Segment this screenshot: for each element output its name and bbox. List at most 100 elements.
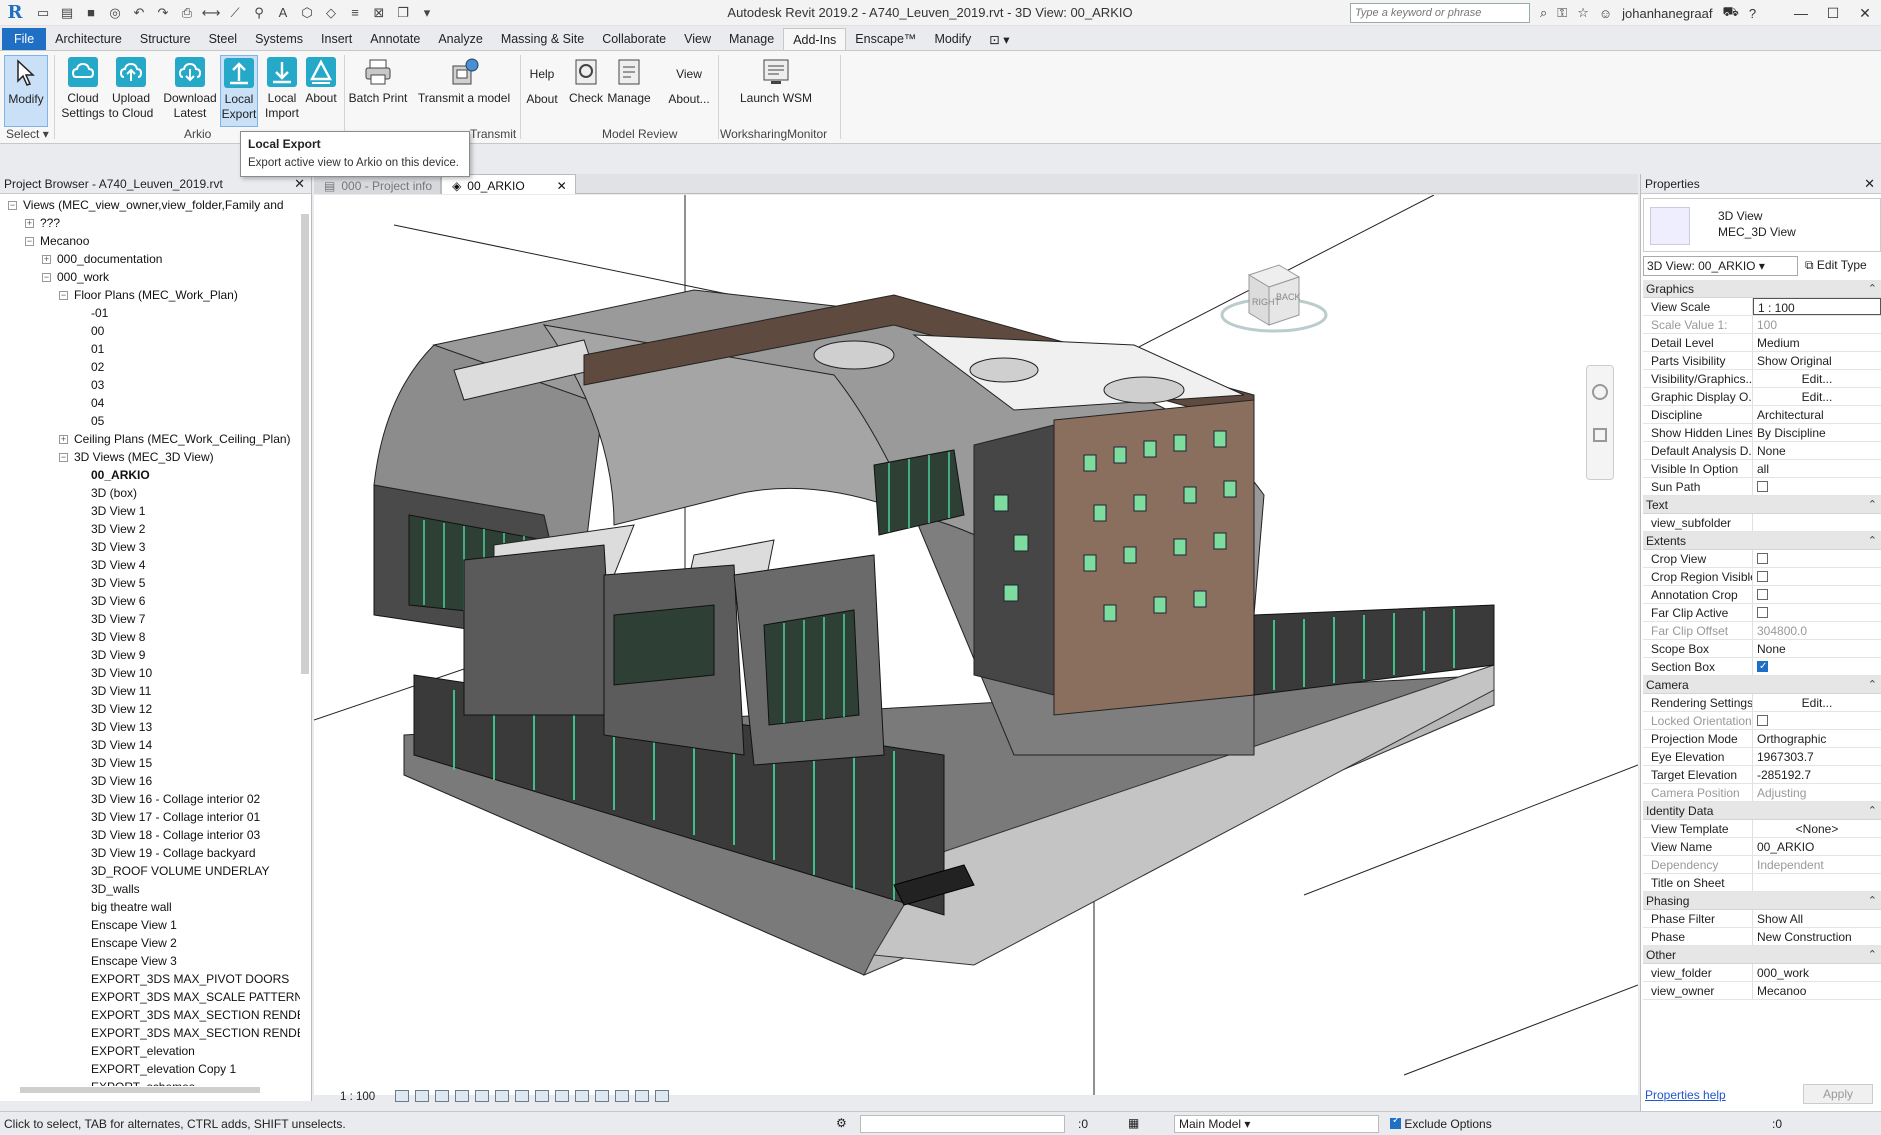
property-value[interactable]: Architectural	[1753, 406, 1881, 423]
worksets-icon[interactable]: ⚙	[836, 1116, 847, 1130]
collapse-icon[interactable]: −	[59, 453, 68, 463]
property-checkbox[interactable]	[1753, 658, 1881, 675]
property-value[interactable]: -285192.7	[1753, 766, 1881, 783]
exclude-options-checkbox[interactable]: Exclude Options	[1390, 1115, 1492, 1131]
tree-view-item[interactable]: 3D View 3	[0, 538, 300, 556]
view-button[interactable]: View About...	[664, 67, 714, 107]
manage-button[interactable]: Manage	[606, 55, 652, 106]
apply-button[interactable]: Apply	[1803, 1084, 1873, 1104]
tab-manage[interactable]: Manage	[720, 28, 783, 50]
dimension-icon[interactable]: ⟋	[226, 4, 244, 22]
property-value[interactable]: 000_work	[1753, 964, 1881, 981]
properties-help-link[interactable]: Properties help	[1645, 1088, 1726, 1102]
tab-add-ins[interactable]: Add-Ins	[783, 28, 847, 50]
property-value[interactable]: By Discipline	[1753, 424, 1881, 441]
tree-view-item[interactable]: 3D View 16	[0, 772, 300, 790]
tab-modify[interactable]: Modify	[925, 28, 980, 50]
tree-view-item[interactable]: Enscape View 1	[0, 916, 300, 934]
tree-view-item[interactable]: 05	[0, 412, 300, 430]
tab-steel[interactable]: Steel	[200, 28, 247, 50]
view-tab[interactable]: ◈ 00_ARKIO ✕	[441, 174, 576, 194]
check-button[interactable]: Check	[566, 55, 606, 106]
arkio-about-button[interactable]: About	[302, 55, 340, 106]
sync-icon[interactable]: ◎	[106, 4, 124, 22]
cloud-settings-button[interactable]: Cloud Settings	[60, 55, 106, 121]
tree-view-item[interactable]: 3D View 7	[0, 610, 300, 628]
expand-icon[interactable]: +	[42, 255, 51, 265]
help-search-input[interactable]: Type a keyword or phrase	[1350, 3, 1530, 23]
tree-view-item[interactable]: 3D View 2	[0, 520, 300, 538]
tab-annotate[interactable]: Annotate	[361, 28, 429, 50]
collapse-icon[interactable]: ⌃	[1868, 802, 1877, 820]
tab-enscape-[interactable]: Enscape™	[846, 28, 925, 50]
collapse-icon[interactable]: ⌃	[1868, 496, 1877, 514]
render-icon[interactable]	[475, 1090, 489, 1102]
undo-icon[interactable]: ↶	[130, 4, 148, 22]
navigation-bar[interactable]	[1586, 365, 1614, 480]
help-icon[interactable]: ?	[1749, 6, 1756, 21]
property-group-header[interactable]: Camera ⌃	[1643, 676, 1881, 694]
tree-view-item[interactable]: -01	[0, 304, 300, 322]
tree-folder[interactable]: − Floor Plans (MEC_Work_Plan)	[0, 286, 300, 304]
tab-structure[interactable]: Structure	[131, 28, 200, 50]
local-import-button[interactable]: Local Import	[262, 55, 302, 121]
temp-hide-icon[interactable]	[555, 1090, 569, 1102]
folder-icon[interactable]: ▤	[58, 4, 76, 22]
reveal-constraints-icon[interactable]	[655, 1090, 669, 1102]
measure-icon[interactable]: ⟷	[202, 4, 221, 22]
property-value[interactable]: Medium	[1753, 334, 1881, 351]
tree-view-item[interactable]: 3D View 1	[0, 502, 300, 520]
collapse-icon[interactable]: ⌃	[1868, 532, 1877, 550]
binoculars-icon[interactable]: ⌕	[1540, 5, 1547, 21]
close-icon[interactable]: ✕	[557, 179, 567, 193]
batch-print-button[interactable]: Batch Print	[348, 55, 408, 106]
design-option-dropdown[interactable]: Main Model ▾	[1174, 1115, 1379, 1133]
collapse-icon[interactable]: −	[25, 237, 34, 247]
shadows-icon[interactable]	[455, 1090, 469, 1102]
tree-view-item[interactable]: EXPORT_3DS MAX_SECTION RENDE	[0, 1024, 300, 1042]
tree-view-item[interactable]: 3D View 17 - Collage interior 01	[0, 808, 300, 826]
property-group-header[interactable]: Text ⌃	[1643, 496, 1881, 514]
property-checkbox[interactable]	[1753, 586, 1881, 603]
favorites-icon[interactable]: ☆	[1577, 5, 1589, 21]
property-edit-button[interactable]: Edit...	[1753, 694, 1881, 711]
tree-folder[interactable]: −000_work	[0, 268, 300, 286]
tree-view-item[interactable]: 3D View 9	[0, 646, 300, 664]
tab-systems[interactable]: Systems	[246, 28, 312, 50]
redo-icon[interactable]: ↷	[154, 4, 172, 22]
save-icon[interactable]: ■	[82, 4, 100, 22]
tree-folder[interactable]: − Mecanoo	[0, 232, 300, 250]
tree-view-item[interactable]: EXPORT_3DS MAX_PIVOT DOORS	[0, 970, 300, 988]
text-icon[interactable]: A	[274, 4, 292, 22]
tree-view-item[interactable]: 3D View 8	[0, 628, 300, 646]
property-edit-button[interactable]: Edit...	[1753, 370, 1881, 387]
property-value[interactable]: 00_ARKIO	[1753, 838, 1881, 855]
collapse-icon[interactable]: ⌃	[1868, 280, 1877, 298]
tree-view-item[interactable]: big theatre wall	[0, 898, 300, 916]
help-button[interactable]: Help About	[524, 67, 560, 107]
revit-logo[interactable]: R	[4, 2, 26, 24]
select-dropdown[interactable]: Select ▾	[6, 127, 49, 141]
tree-view-item[interactable]: 00_ARKIO	[0, 466, 300, 484]
property-value[interactable]: Show Original	[1753, 352, 1881, 369]
show-crop-icon[interactable]	[515, 1090, 529, 1102]
tree-view-item[interactable]: 3D_ROOF VOLUME UNDERLAY	[0, 862, 300, 880]
edit-type-button[interactable]: ⧉ Edit Type	[1805, 258, 1867, 273]
modify-button[interactable]: Modify	[4, 55, 48, 127]
3d-view-icon[interactable]: ⬡	[298, 4, 316, 22]
property-value[interactable]	[1753, 874, 1881, 891]
section-icon[interactable]: ◇	[322, 4, 340, 22]
property-value[interactable]: None	[1753, 442, 1881, 459]
instance-filter-dropdown[interactable]: 3D View: 00_ARKIO ▾	[1643, 256, 1798, 276]
user-name[interactable]: johanhanegraaf	[1622, 6, 1712, 21]
tree-view-item[interactable]: 03	[0, 376, 300, 394]
crop-view-icon[interactable]	[495, 1090, 509, 1102]
tab-architecture[interactable]: Architecture	[46, 28, 131, 50]
property-value[interactable]: 1967303.7	[1753, 748, 1881, 765]
tree-view-item[interactable]: 3D View 10	[0, 664, 300, 682]
expand-icon[interactable]: +	[59, 435, 68, 445]
open-icon[interactable]: ▭	[34, 4, 52, 22]
tree-view-item[interactable]: Enscape View 2	[0, 934, 300, 952]
browser-horizontal-scrollbar[interactable]	[20, 1087, 260, 1093]
tree-folder[interactable]: − Views (MEC_view_owner,view_folder,Famil…	[0, 196, 300, 214]
